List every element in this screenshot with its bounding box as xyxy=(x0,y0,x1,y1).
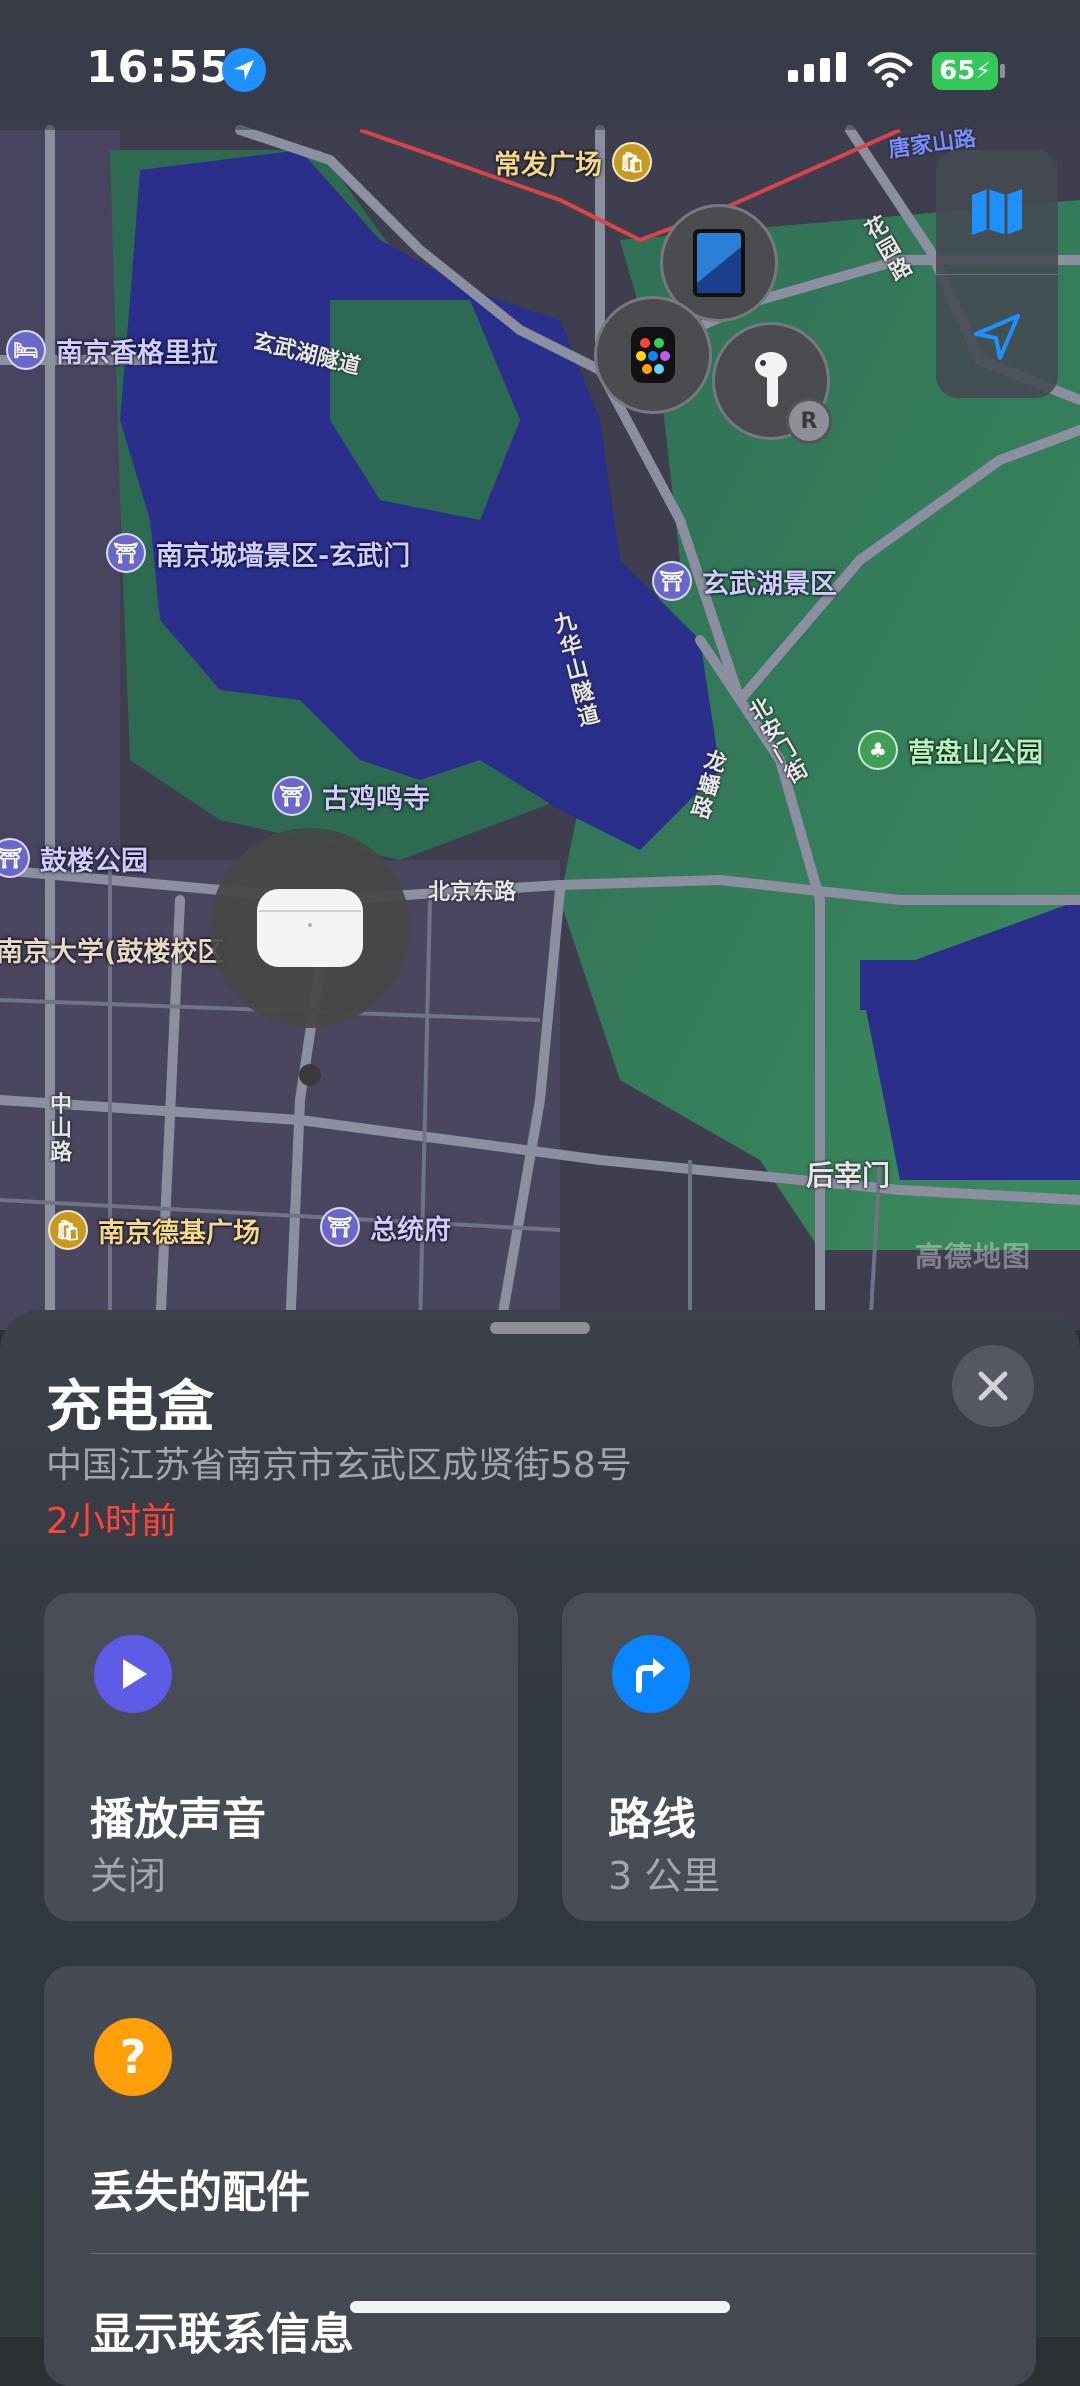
poi-label: 南京香格里拉 xyxy=(56,337,218,369)
home-indicator[interactable] xyxy=(350,2301,730,2313)
poi-deji-plaza[interactable]: 🛍 南京德基广场 xyxy=(48,1210,260,1250)
shopping-bag-icon: 🛍 xyxy=(612,142,652,182)
poi-label: 南京城墙景区-玄武门 xyxy=(156,540,411,572)
poi-nanjing-university[interactable]: 南京大学(鼓楼校区 xyxy=(0,930,224,969)
map-controls xyxy=(936,150,1058,398)
location-services-icon xyxy=(222,48,266,92)
map-background xyxy=(0,0,1080,1330)
poi-label: 南京大学(鼓楼校区 xyxy=(0,937,225,968)
map-view[interactable]: 常发广场 🛍 🛏 南京香格里拉 ⛩ 南京城墙景区-玄武门 ⛩ 玄武湖景区 ♣ 营… xyxy=(0,0,1080,1330)
status-time: 16:55 xyxy=(86,42,232,93)
poi-xuanwumen[interactable]: ⛩ 南京城墙景区-玄武门 xyxy=(106,533,410,573)
directions-distance: 3 公里 xyxy=(608,1854,721,1898)
item-address: 中国江苏省南京市玄武区成贤街58号 xyxy=(46,1445,632,1486)
map-icon xyxy=(972,189,1022,235)
last-seen-time: 2小时前 xyxy=(46,1501,177,1542)
locate-me-button[interactable] xyxy=(936,275,1058,398)
directions-title: 路线 xyxy=(608,1794,696,1845)
poi-changfa-plaza[interactable]: 常发广场 🛍 xyxy=(494,142,652,182)
close-icon xyxy=(978,1371,1008,1401)
landmark-icon: ⛩ xyxy=(652,561,692,601)
road-label: 北京东路 xyxy=(428,880,517,905)
poi-label: 古鸡鸣寺 xyxy=(322,783,430,815)
poi-xuanwu-lake[interactable]: ⛩ 玄武湖景区 xyxy=(652,561,837,601)
poi-yingpanshan-park[interactable]: ♣ 营盘山公园 xyxy=(858,730,1043,770)
apple-watch-device-pin[interactable] xyxy=(594,296,712,414)
charging-case-pin[interactable] xyxy=(210,828,410,1028)
play-sound-title: 播放声音 xyxy=(90,1794,266,1845)
tree-icon: ♣ xyxy=(858,730,898,770)
question-mark-icon: ? xyxy=(94,2018,172,2096)
road-label: 中山路 xyxy=(46,1092,71,1164)
battery-tip xyxy=(1000,64,1005,78)
poi-jiming-temple[interactable]: ⛩ 古鸡鸣寺 xyxy=(272,776,430,816)
directions-card[interactable]: 路线 3 公里 xyxy=(562,1593,1036,1921)
item-title: 充电盒 xyxy=(46,1375,214,1440)
map-watermark: 高德地图 xyxy=(915,1240,1032,1273)
ipad-icon xyxy=(693,229,745,297)
case-pin-anchor xyxy=(299,1064,321,1086)
bed-icon: 🛏 xyxy=(6,330,46,370)
lost-accessory-card: ? 丢失的配件 显示联系信息 xyxy=(44,1966,1036,2386)
charging-case-icon xyxy=(257,889,363,967)
poi-presidential-palace[interactable]: ⛩ 总统府 xyxy=(320,1207,451,1247)
poi-label: 鼓楼公园 xyxy=(40,845,148,877)
battery-level: 65 xyxy=(939,56,976,86)
airpod-icon xyxy=(755,352,787,407)
close-button[interactable] xyxy=(952,1345,1034,1427)
right-earbud-badge: R xyxy=(786,398,832,444)
landmark-icon: ⛩ xyxy=(106,533,146,573)
poi-label: 营盘山公园 xyxy=(908,737,1043,769)
temple-icon: ⛩ xyxy=(272,776,312,816)
location-arrow-icon xyxy=(974,314,1020,360)
shopping-bag-icon: 🛍 xyxy=(48,1210,88,1250)
poi-shangri-la[interactable]: 🛏 南京香格里拉 xyxy=(6,330,218,370)
play-sound-card[interactable]: 播放声音 关闭 xyxy=(44,1593,518,1921)
status-bar: 16:55 65 ⚡ xyxy=(0,0,1080,130)
battery-indicator: 65 ⚡ xyxy=(932,52,998,90)
road-label: 后宰门 xyxy=(806,1159,891,1192)
watch-icon xyxy=(631,327,675,383)
turn-right-arrow-icon xyxy=(612,1635,690,1713)
lost-accessory-title: 丢失的配件 xyxy=(90,2167,310,2218)
landmark-icon: ⛩ xyxy=(320,1207,360,1247)
landmark-icon: ⛩ xyxy=(0,838,30,878)
divider xyxy=(90,2253,1036,2254)
map-mode-button[interactable] xyxy=(936,150,1058,274)
wifi-icon xyxy=(867,52,913,88)
show-contact-info-button[interactable]: 显示联系信息 xyxy=(90,2298,354,2362)
cellular-signal-icon xyxy=(788,52,846,82)
poi-gulou-park[interactable]: ⛩ 鼓楼公园 xyxy=(0,838,148,878)
poi-label: 常发广场 xyxy=(494,149,602,181)
poi-label: 总统府 xyxy=(370,1214,451,1246)
sheet-grabber[interactable] xyxy=(490,1322,590,1334)
poi-label: 南京德基广场 xyxy=(98,1217,260,1249)
poi-label: 玄武湖景区 xyxy=(702,568,837,600)
play-sound-status: 关闭 xyxy=(90,1854,167,1898)
play-icon xyxy=(94,1635,172,1713)
